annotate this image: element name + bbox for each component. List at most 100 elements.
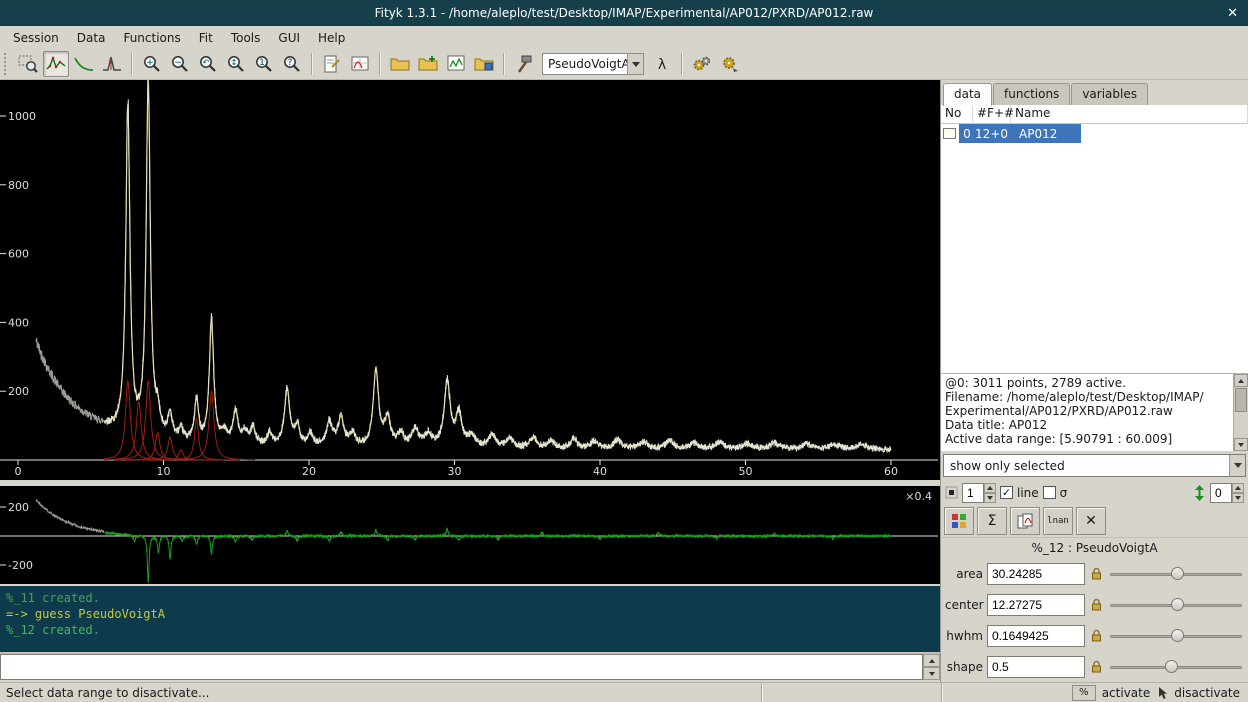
toolbar-separator (379, 53, 381, 75)
menu-gui[interactable]: GUI (269, 28, 309, 48)
point-size-input[interactable] (962, 483, 984, 503)
lock-icon[interactable] (1089, 628, 1104, 644)
baseline-mode-button[interactable] (71, 51, 97, 77)
stepper-up-icon[interactable] (1232, 483, 1244, 493)
info-scrollbar[interactable] (1233, 374, 1248, 451)
column-header-name[interactable]: Name (1011, 105, 1248, 123)
zoom-out-icon: − (170, 54, 190, 74)
main-plot[interactable]: 01020304050602004006008001000 (0, 80, 940, 480)
stepper-down-icon[interactable] (1232, 493, 1244, 503)
peak-type-dropdown[interactable]: PseudoVoigtA (542, 53, 644, 75)
save-session-button[interactable] (471, 51, 497, 77)
zoom-select-icon (18, 54, 38, 74)
aux-plot-svg: 200-200 (0, 486, 938, 584)
zoom-auto-button[interactable]: ? (279, 51, 305, 77)
transform-lnan-button[interactable]: lnan (1043, 507, 1073, 535)
toolbar: + − ↶ ↕ 1 ? (0, 49, 1248, 80)
tab-variables[interactable]: variables (1071, 83, 1148, 105)
slider-thumb[interactable] (1171, 567, 1184, 580)
data-range-mode-button[interactable] (43, 51, 69, 77)
scrollbar-thumb[interactable] (1235, 388, 1247, 412)
titlebar: Fityk 1.3.1 - /home/aleplo/test/Desktop/… (0, 0, 1248, 26)
slider-thumb[interactable] (1165, 660, 1178, 673)
param-slider[interactable] (1108, 657, 1244, 677)
delete-dataset-button[interactable]: ✕ (1076, 507, 1106, 535)
menu-fit[interactable]: Fit (190, 28, 222, 48)
sigma-sum-icon: Σ (988, 513, 997, 529)
disactivate-label[interactable]: disactivate (1174, 686, 1240, 700)
zoom-previous-button[interactable]: ↶ (195, 51, 221, 77)
content-area: 01020304050602004006008001000 200-200 ×0… (0, 80, 1248, 682)
edit-log-button[interactable] (319, 51, 345, 77)
zoom-out-button[interactable]: − (167, 51, 193, 77)
toolbar-drag-handle[interactable] (4, 53, 10, 75)
fit-continue-button[interactable] (717, 51, 743, 77)
sum-datasets-button[interactable]: Σ (977, 507, 1007, 535)
line-checkbox[interactable]: ✓ (1000, 486, 1013, 499)
dropdown-arrow-icon[interactable] (1229, 455, 1245, 476)
fit-run-button[interactable] (689, 51, 715, 77)
menu-help[interactable]: Help (309, 28, 354, 48)
param-label: center (945, 598, 983, 612)
status-message: Select data range to disactivate... (0, 683, 762, 702)
lock-icon[interactable] (1089, 566, 1104, 582)
param-value-input[interactable] (987, 594, 1085, 616)
copy-function-button[interactable] (1010, 507, 1040, 535)
param-value-input[interactable] (987, 656, 1085, 678)
window-title: Fityk 1.3.1 - /home/aleplo/test/Desktop/… (0, 6, 1248, 20)
aux-plot[interactable]: 200-200 ×0.4 (0, 486, 940, 584)
param-label: area (945, 567, 983, 581)
functions-grid-button[interactable] (347, 51, 373, 77)
tab-functions[interactable]: functions (993, 83, 1070, 105)
menu-data[interactable]: Data (68, 28, 115, 48)
menu-functions[interactable]: Functions (114, 28, 189, 48)
history-up-icon[interactable] (923, 654, 940, 667)
append-data-button[interactable] (415, 51, 441, 77)
column-header-no[interactable]: No (941, 105, 973, 123)
lock-icon[interactable] (1089, 597, 1104, 613)
sigma-checkbox[interactable] (1043, 486, 1056, 499)
zoom-vertical-icon: ↕ (226, 54, 246, 74)
toolbar-separator (131, 53, 133, 75)
stepper-down-icon[interactable] (984, 493, 996, 503)
console-line: %_12 created. (6, 622, 934, 638)
stepper-up-icon[interactable] (984, 483, 996, 493)
activate-label[interactable]: activate (1102, 686, 1151, 700)
percent-button[interactable]: % (1072, 685, 1096, 701)
export-plot-button[interactable] (443, 51, 469, 77)
zoom-1to1-button[interactable]: 1 (251, 51, 277, 77)
zoom-in-button[interactable]: + (139, 51, 165, 77)
zoom-vertical-button[interactable]: ↕ (223, 51, 249, 77)
close-window-icon[interactable]: ✕ (1227, 0, 1238, 26)
status-right-section: % activate disactivate (942, 683, 1248, 702)
console-line: =-> guess PseudoVoigtA (6, 606, 934, 622)
tab-data[interactable]: data (943, 83, 992, 106)
param-value-input[interactable] (987, 625, 1085, 647)
define-function-button[interactable]: λ (649, 51, 675, 77)
show-filter-dropdown[interactable]: show only selected (943, 454, 1246, 477)
shift-input[interactable] (1210, 483, 1232, 503)
param-value-input[interactable] (987, 563, 1085, 585)
history-down-icon[interactable] (923, 667, 940, 680)
lock-icon[interactable] (1089, 659, 1104, 675)
menu-session[interactable]: Session (4, 28, 68, 48)
column-header-f[interactable]: #F+# (973, 105, 1011, 123)
menu-tools[interactable]: Tools (222, 28, 270, 48)
param-slider[interactable] (1108, 626, 1244, 646)
dataset-grid-button[interactable] (944, 507, 974, 535)
command-input[interactable] (0, 654, 923, 680)
slider-thumb[interactable] (1171, 598, 1184, 611)
param-slider[interactable] (1108, 595, 1244, 615)
table-row[interactable]: 0 12+0 AP012 (941, 124, 1248, 143)
dropdown-arrow-icon[interactable] (627, 54, 643, 74)
param-slider[interactable] (1108, 564, 1244, 584)
save-session-icon (474, 54, 494, 74)
add-peak-mode-button[interactable] (99, 51, 125, 77)
zoom-select-mode-button[interactable] (15, 51, 41, 77)
slider-thumb[interactable] (1171, 629, 1184, 642)
data-color-checkbox[interactable] (943, 128, 956, 139)
open-data-button[interactable] (387, 51, 413, 77)
script-tools-button[interactable] (511, 51, 537, 77)
scroll-down-icon[interactable] (1234, 438, 1248, 451)
scroll-up-icon[interactable] (1234, 374, 1248, 387)
